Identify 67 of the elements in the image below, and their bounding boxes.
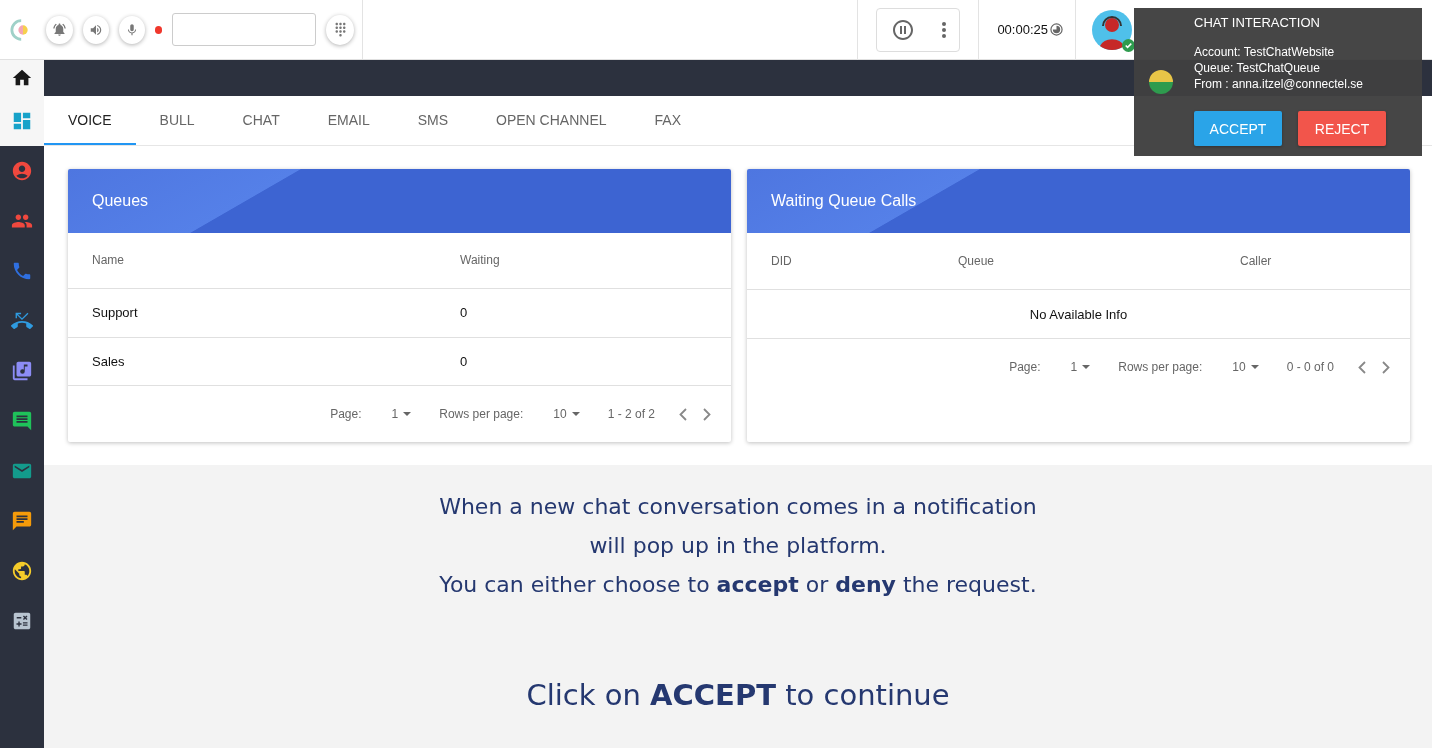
chevron-left-icon xyxy=(679,407,687,421)
notification-title: CHAT INTERACTION xyxy=(1194,15,1321,30)
rows-per-page-label: Rows per page: xyxy=(439,407,524,422)
alarm-bell-button[interactable] xyxy=(46,15,73,44)
rows-per-page-select[interactable]: 10 xyxy=(1232,360,1259,374)
more-options-button[interactable] xyxy=(941,21,946,38)
notification-detail: Queue: TestChatQueue xyxy=(1194,60,1321,76)
pause-icon xyxy=(890,17,915,42)
rows-per-page-select[interactable]: 10 xyxy=(553,407,580,422)
dialpad-button[interactable] xyxy=(326,14,354,45)
channel-tab[interactable]: CHAT xyxy=(218,96,304,145)
notification-detail: From : anna.itzel@connectel.se xyxy=(1194,76,1364,92)
table-cell-text: 0 xyxy=(460,305,469,321)
card-title: Queues xyxy=(92,191,149,210)
page-label: Page: xyxy=(330,407,362,422)
more-vertical-icon xyxy=(941,21,946,38)
channel-tab[interactable]: SMS xyxy=(393,96,473,145)
column-header: DID xyxy=(771,254,793,268)
next-page-button[interactable] xyxy=(1382,360,1390,374)
logo-icon xyxy=(10,17,31,42)
page-range: 1 - 2 of 2 xyxy=(607,407,655,422)
speaker-icon xyxy=(88,22,103,37)
tutorial-instruction: Click on ACCEPT to continue xyxy=(526,678,950,712)
tutorial-text: When a new chat conversation comes in a notification will pop up in the platform. xyxy=(438,493,1038,560)
channel-tab[interactable]: VOICE xyxy=(44,96,136,145)
notification-detail: Account: TestChatWebsite xyxy=(1194,44,1336,60)
column-header: Waiting xyxy=(460,253,501,268)
chat-source-icon xyxy=(1149,70,1173,94)
chevron-right-icon xyxy=(703,407,711,421)
page-range: 0 - 0 of 0 xyxy=(1286,360,1334,374)
sidebar-item[interactable] xyxy=(0,60,44,96)
ringing-bell-icon xyxy=(52,22,67,37)
online-check-icon xyxy=(1122,38,1135,52)
table-cell-text: Sales xyxy=(92,354,126,370)
dropdown-caret-icon xyxy=(1250,365,1259,369)
column-header: Caller xyxy=(1240,254,1273,268)
page-label: Page: xyxy=(1009,360,1041,374)
page-select[interactable]: 1 xyxy=(391,407,412,422)
pause-button[interactable] xyxy=(890,17,915,42)
next-page-button[interactable] xyxy=(703,407,711,421)
previous-page-button[interactable] xyxy=(1358,360,1366,374)
dropdown-caret-icon xyxy=(403,412,412,417)
tutorial-text: You can either choose to accept or deny the request. xyxy=(439,571,1037,599)
dropdown-caret-icon xyxy=(1082,365,1091,369)
channel-tab[interactable]: OPEN CHANNEL xyxy=(472,96,631,145)
card-title: Waiting Queue Calls xyxy=(771,192,917,210)
volume-button[interactable] xyxy=(82,15,109,44)
page-select[interactable]: 1 xyxy=(1070,360,1091,374)
chevron-left-icon xyxy=(1358,360,1366,374)
rows-per-page-label: Rows per page: xyxy=(1118,360,1203,374)
clock-icon xyxy=(1050,23,1063,36)
dial-input-field[interactable] xyxy=(172,13,317,46)
column-header: Queue xyxy=(958,254,996,268)
dropdown-caret-icon xyxy=(571,412,580,417)
channel-tab[interactable]: BULL xyxy=(135,96,219,145)
table-cell-text: 0 xyxy=(460,354,469,370)
reject-button[interactable]: REJECT xyxy=(1298,111,1386,146)
microphone-button[interactable] xyxy=(118,15,145,44)
channel-tab[interactable]: FAX xyxy=(630,96,705,145)
column-header: Name xyxy=(92,253,125,268)
agent-avatar-icon xyxy=(1092,9,1132,50)
call-timer: 00:00:25 xyxy=(997,22,1048,37)
empty-message: No Available Info xyxy=(1029,306,1128,322)
chevron-right-icon xyxy=(1382,360,1390,374)
previous-page-button[interactable] xyxy=(679,407,687,421)
table-cell-text: Support xyxy=(92,305,139,321)
channel-tab[interactable]: EMAIL xyxy=(303,96,394,145)
